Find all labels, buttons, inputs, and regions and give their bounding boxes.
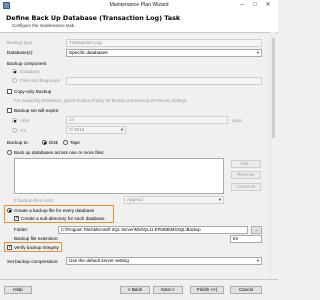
expire-days-input[interactable]: 14	[66, 116, 228, 124]
backup-type-value: Transaction Log	[69, 40, 102, 45]
expire-after-radio[interactable]	[12, 118, 17, 123]
databases-label: Database(s):	[7, 50, 34, 55]
component-database-radio[interactable]	[12, 69, 17, 74]
scrollbar-thumb[interactable]	[272, 38, 275, 138]
cancel-button[interactable]: Cancel	[230, 286, 262, 294]
databases-select[interactable]: Specific databases ▼	[66, 49, 262, 57]
extension-input[interactable]: trn	[230, 235, 262, 243]
create-subdir-checkbox[interactable]: ✓	[14, 216, 19, 221]
chevron-down-icon: ▼	[256, 50, 260, 55]
availability-note: For availability databases, ignore Repli…	[14, 98, 187, 103]
page-title: Define Back Up Database (Transaction Log…	[6, 14, 181, 22]
backup-to-disk-radio[interactable]	[42, 140, 47, 145]
add-button[interactable]: Add...	[231, 160, 261, 168]
page-header: Define Back Up Database (Transaction Log…	[0, 11, 278, 33]
remove-button[interactable]: Remove	[231, 171, 261, 179]
folder-input[interactable]: C:\Program Files\Microsoft SQL Server\MS…	[58, 226, 248, 234]
backup-type-select[interactable]: Transaction Log	[66, 39, 262, 47]
component-files-label: Files and filegroups:	[20, 78, 62, 83]
compression-value: Use the default server setting	[69, 258, 129, 263]
calendar-dropdown-icon: ▼	[120, 127, 124, 132]
expire-days-value: 14	[69, 117, 75, 122]
filegroups-select[interactable]	[66, 77, 262, 85]
contents-button[interactable]: Contents	[231, 183, 261, 191]
chevron-down-icon: ▼	[218, 197, 222, 202]
backup-component-label: Backup component	[7, 61, 47, 66]
copy-only-label: Copy-only Backup	[14, 89, 52, 94]
expire-on-date-picker[interactable]: 7/ 2016 ▼	[66, 126, 126, 134]
copy-only-checkbox[interactable]	[7, 89, 12, 94]
backup-to-tape-label: Tape	[70, 140, 80, 145]
expire-on-date-value: 7/ 2016	[69, 127, 85, 132]
verify-integrity-checkbox[interactable]: ✓	[7, 245, 12, 250]
if-exists-select[interactable]: Append ▼	[124, 196, 224, 204]
compression-label: Set backup compression:	[7, 259, 59, 264]
expire-label: Backup set will expire:	[14, 108, 60, 113]
expire-on-label: On	[20, 128, 27, 133]
compression-select[interactable]: Use the default server setting ▼	[66, 257, 262, 265]
vertical-scrollbar[interactable]	[270, 32, 276, 279]
expire-on-radio[interactable]	[12, 128, 17, 133]
folder-value: C:\Program Files\Microsoft SQL Server\MS…	[61, 227, 201, 232]
verify-integrity-label: Verify backup integrity	[14, 245, 59, 250]
minimize-icon[interactable]: –	[236, 1, 248, 10]
backup-to-disk-label: Disk	[49, 140, 58, 145]
component-database-label: Database	[20, 69, 40, 74]
if-exists-label: If backup files exist:	[14, 198, 55, 203]
wizard-footer: Help < Back Next > Finish >>| Cancel	[0, 280, 278, 300]
browse-button[interactable]: ...	[251, 226, 262, 234]
backup-to-tape-radio[interactable]	[63, 140, 68, 145]
chevron-down-icon: ▼	[256, 258, 260, 263]
create-file-each-db-label: Create a backup file for every database	[14, 208, 95, 213]
across-files-radio[interactable]	[7, 150, 12, 155]
extension-label: Backup file extension:	[14, 236, 59, 241]
expire-checkbox[interactable]	[7, 108, 12, 113]
backup-type-label: Backup type:	[7, 40, 34, 45]
finish-button[interactable]: Finish >>|	[190, 286, 224, 294]
backup-files-list[interactable]	[14, 158, 224, 194]
close-icon[interactable]: ✕	[262, 1, 274, 10]
help-button[interactable]: Help	[4, 286, 32, 294]
databases-value: Specific databases	[69, 50, 108, 55]
across-files-label: Back up databases across one or more fil…	[14, 150, 105, 155]
expire-days-unit: days	[232, 118, 242, 123]
create-subdir-label: Create a sub-directory for each database	[21, 216, 105, 221]
maximize-icon[interactable]: □	[249, 1, 261, 10]
expire-after-label: After	[20, 118, 30, 123]
backup-to-label: Backup to:	[7, 140, 29, 145]
next-button[interactable]: Next >	[153, 286, 183, 294]
if-exists-value: Append	[127, 197, 143, 202]
back-button[interactable]: < Back	[120, 286, 150, 294]
folder-label: Folder:	[14, 227, 29, 232]
create-file-each-db-radio[interactable]	[7, 208, 12, 213]
page-subtitle: Configure the maintenance task.	[12, 23, 76, 28]
extension-value: trn	[233, 236, 239, 241]
component-files-radio[interactable]	[12, 78, 17, 83]
